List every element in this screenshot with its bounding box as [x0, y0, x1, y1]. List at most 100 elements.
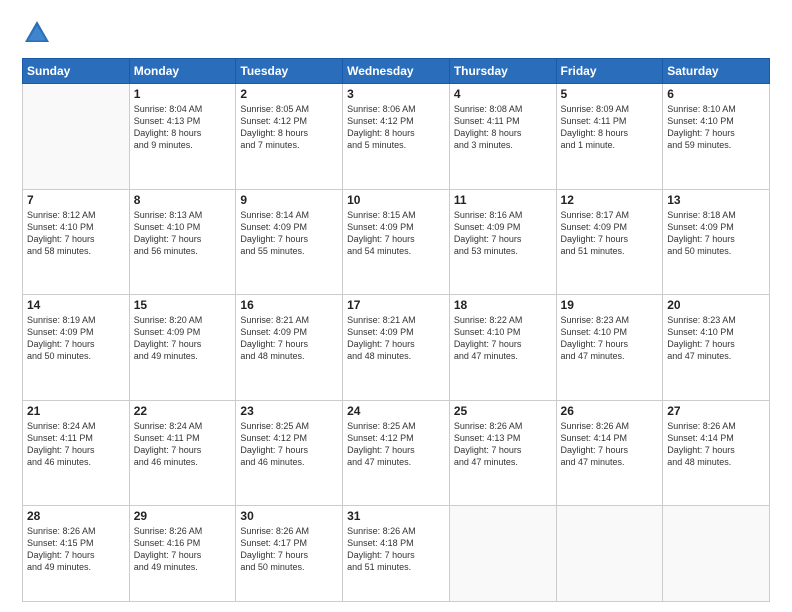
day-number: 31 — [347, 509, 445, 523]
day-number: 15 — [134, 298, 232, 312]
day-info: Sunrise: 8:21 AMSunset: 4:09 PMDaylight:… — [240, 314, 338, 363]
day-number: 14 — [27, 298, 125, 312]
day-info: Sunrise: 8:25 AMSunset: 4:12 PMDaylight:… — [347, 420, 445, 469]
calendar-week-2: 7 Sunrise: 8:12 AMSunset: 4:10 PMDaylight… — [23, 189, 770, 295]
day-number: 1 — [134, 87, 232, 101]
day-info: Sunrise: 8:06 AMSunset: 4:12 PMDaylight:… — [347, 103, 445, 152]
calendar-cell: 25 Sunrise: 8:26 AMSunset: 4:13 PMDayligh… — [449, 400, 556, 506]
day-number: 20 — [667, 298, 765, 312]
day-info: Sunrise: 8:18 AMSunset: 4:09 PMDaylight:… — [667, 209, 765, 258]
calendar-header-tuesday: Tuesday — [236, 59, 343, 84]
day-number: 28 — [27, 509, 125, 523]
calendar-week-4: 21Sunrise: 8:24 AMSunset: 4:11 PMDayligh… — [23, 400, 770, 506]
day-info: Sunrise: 8:13 AMSunset: 4:10 PMDaylight:… — [134, 209, 232, 258]
day-number: 19 — [561, 298, 659, 312]
day-info: Sunrise: 8:26 AMSunset: 4:14 PMDaylight:… — [667, 420, 765, 469]
day-info: Sunrise: 8:26 AMSunset: 4:13 PMDaylight:… — [454, 420, 552, 469]
calendar-cell: 31 Sunrise: 8:26 AMSunset: 4:18 PMDayligh… — [343, 506, 450, 602]
day-number: 8 — [134, 193, 232, 207]
calendar-cell: 12Sunrise: 8:17 AMSunset: 4:09 PMDayligh… — [556, 189, 663, 295]
calendar-cell — [449, 506, 556, 602]
day-number: 4 — [454, 87, 552, 101]
day-info: Sunrise: 8:08 AMSunset: 4:11 PMDaylight:… — [454, 103, 552, 152]
day-number: 24 — [347, 404, 445, 418]
day-info: Sunrise: 8:26 AMSunset: 4:14 PMDaylight:… — [561, 420, 659, 469]
calendar-cell: 1 Sunrise: 8:04 AMSunset: 4:13 PMDaylight… — [129, 84, 236, 190]
calendar-cell — [23, 84, 130, 190]
calendar-cell: 18Sunrise: 8:22 AMSunset: 4:10 PMDayligh… — [449, 295, 556, 401]
calendar-cell: 17 Sunrise: 8:21 AMSunset: 4:09 PMDayligh… — [343, 295, 450, 401]
calendar-cell: 2 Sunrise: 8:05 AMSunset: 4:12 PMDaylight… — [236, 84, 343, 190]
calendar-header-sunday: Sunday — [23, 59, 130, 84]
calendar-header-monday: Monday — [129, 59, 236, 84]
day-number: 6 — [667, 87, 765, 101]
header — [22, 18, 770, 48]
day-info: Sunrise: 8:14 AMSunset: 4:09 PMDaylight:… — [240, 209, 338, 258]
day-number: 13 — [667, 193, 765, 207]
day-number: 16 — [240, 298, 338, 312]
logo — [22, 18, 58, 48]
day-number: 27 — [667, 404, 765, 418]
day-info: Sunrise: 8:26 AMSunset: 4:18 PMDaylight:… — [347, 525, 445, 574]
day-number: 3 — [347, 87, 445, 101]
day-info: Sunrise: 8:09 AMSunset: 4:11 PMDaylight:… — [561, 103, 659, 152]
calendar-cell: 21Sunrise: 8:24 AMSunset: 4:11 PMDayligh… — [23, 400, 130, 506]
calendar-cell: 15 Sunrise: 8:20 AMSunset: 4:09 PMDayligh… — [129, 295, 236, 401]
day-info: Sunrise: 8:05 AMSunset: 4:12 PMDaylight:… — [240, 103, 338, 152]
day-info: Sunrise: 8:25 AMSunset: 4:12 PMDaylight:… — [240, 420, 338, 469]
day-info: Sunrise: 8:26 AMSunset: 4:17 PMDaylight:… — [240, 525, 338, 574]
day-number: 30 — [240, 509, 338, 523]
day-number: 26 — [561, 404, 659, 418]
day-number: 5 — [561, 87, 659, 101]
calendar-cell: 22 Sunrise: 8:24 AMSunset: 4:11 PMDayligh… — [129, 400, 236, 506]
calendar-cell: 30 Sunrise: 8:26 AMSunset: 4:17 PMDayligh… — [236, 506, 343, 602]
day-number: 11 — [454, 193, 552, 207]
day-info: Sunrise: 8:20 AMSunset: 4:09 PMDaylight:… — [134, 314, 232, 363]
day-info: Sunrise: 8:12 AMSunset: 4:10 PMDaylight:… — [27, 209, 125, 258]
calendar-cell: 8 Sunrise: 8:13 AMSunset: 4:10 PMDaylight… — [129, 189, 236, 295]
calendar-cell: 10Sunrise: 8:15 AMSunset: 4:09 PMDayligh… — [343, 189, 450, 295]
calendar-cell: 23 Sunrise: 8:25 AMSunset: 4:12 PMDayligh… — [236, 400, 343, 506]
day-info: Sunrise: 8:04 AMSunset: 4:13 PMDaylight:… — [134, 103, 232, 152]
calendar-week-5: 28Sunrise: 8:26 AMSunset: 4:15 PMDayligh… — [23, 506, 770, 602]
calendar-cell: 24 Sunrise: 8:25 AMSunset: 4:12 PMDayligh… — [343, 400, 450, 506]
day-info: Sunrise: 8:19 AMSunset: 4:09 PMDaylight:… — [27, 314, 125, 363]
calendar-cell: 16 Sunrise: 8:21 AMSunset: 4:09 PMDayligh… — [236, 295, 343, 401]
calendar-header-thursday: Thursday — [449, 59, 556, 84]
calendar-cell: 5 Sunrise: 8:09 AMSunset: 4:11 PMDaylight… — [556, 84, 663, 190]
calendar-cell: 19 Sunrise: 8:23 AMSunset: 4:10 PMDayligh… — [556, 295, 663, 401]
calendar-header-saturday: Saturday — [663, 59, 770, 84]
calendar-cell: 13 Sunrise: 8:18 AMSunset: 4:09 PMDayligh… — [663, 189, 770, 295]
calendar: SundayMondayTuesdayWednesdayThursdayFrid… — [22, 58, 770, 602]
calendar-header-friday: Friday — [556, 59, 663, 84]
day-number: 22 — [134, 404, 232, 418]
day-number: 7 — [27, 193, 125, 207]
calendar-cell — [556, 506, 663, 602]
calendar-cell: 20 Sunrise: 8:23 AMSunset: 4:10 PMDayligh… — [663, 295, 770, 401]
calendar-cell: 4 Sunrise: 8:08 AMSunset: 4:11 PMDaylight… — [449, 84, 556, 190]
calendar-cell: 3 Sunrise: 8:06 AMSunset: 4:12 PMDaylight… — [343, 84, 450, 190]
day-number: 23 — [240, 404, 338, 418]
calendar-cell: 6Sunrise: 8:10 AMSunset: 4:10 PMDaylight… — [663, 84, 770, 190]
logo-icon — [22, 18, 52, 48]
calendar-cell: 9 Sunrise: 8:14 AMSunset: 4:09 PMDaylight… — [236, 189, 343, 295]
day-info: Sunrise: 8:21 AMSunset: 4:09 PMDaylight:… — [347, 314, 445, 363]
calendar-header-row: SundayMondayTuesdayWednesdayThursdayFrid… — [23, 59, 770, 84]
day-number: 17 — [347, 298, 445, 312]
calendar-cell: 26 Sunrise: 8:26 AMSunset: 4:14 PMDayligh… — [556, 400, 663, 506]
calendar-cell: 27 Sunrise: 8:26 AMSunset: 4:14 PMDayligh… — [663, 400, 770, 506]
calendar-cell: 14 Sunrise: 8:19 AMSunset: 4:09 PMDayligh… — [23, 295, 130, 401]
day-info: Sunrise: 8:23 AMSunset: 4:10 PMDaylight:… — [667, 314, 765, 363]
calendar-cell: 29Sunrise: 8:26 AMSunset: 4:16 PMDayligh… — [129, 506, 236, 602]
calendar-cell: 7 Sunrise: 8:12 AMSunset: 4:10 PMDaylight… — [23, 189, 130, 295]
calendar-cell — [663, 506, 770, 602]
day-number: 12 — [561, 193, 659, 207]
day-number: 9 — [240, 193, 338, 207]
day-info: Sunrise: 8:24 AMSunset: 4:11 PMDaylight:… — [27, 420, 125, 469]
day-info: Sunrise: 8:23 AMSunset: 4:10 PMDaylight:… — [561, 314, 659, 363]
day-number: 2 — [240, 87, 338, 101]
day-number: 25 — [454, 404, 552, 418]
day-info: Sunrise: 8:16 AMSunset: 4:09 PMDaylight:… — [454, 209, 552, 258]
day-info: Sunrise: 8:24 AMSunset: 4:11 PMDaylight:… — [134, 420, 232, 469]
day-number: 10 — [347, 193, 445, 207]
